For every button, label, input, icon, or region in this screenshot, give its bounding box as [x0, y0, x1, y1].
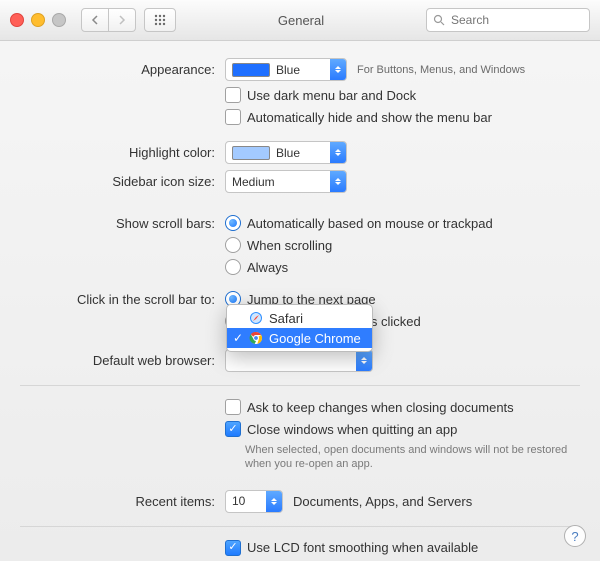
appearance-value: Blue: [276, 63, 300, 77]
default-browser-label: Default web browser:: [0, 353, 225, 368]
auto-hide-menubar-checkbox[interactable]: [225, 109, 241, 125]
back-button[interactable]: [81, 8, 109, 32]
scrollbars-always-label: Always: [247, 260, 288, 275]
browser-menu-item-label: Safari: [269, 311, 303, 326]
search-field[interactable]: [426, 8, 590, 32]
recent-items-value: 10: [232, 494, 245, 508]
scrollbars-scrolling-radio[interactable]: [225, 237, 241, 253]
close-windows-checkbox[interactable]: [225, 421, 241, 437]
browser-menu-item-chrome[interactable]: ✓ Google Chrome: [227, 328, 372, 348]
ask-keep-changes-checkbox[interactable]: [225, 399, 241, 415]
help-button[interactable]: ?: [564, 525, 586, 547]
dark-menu-label: Use dark menu bar and Dock: [247, 88, 416, 103]
scrollbars-auto-label: Automatically based on mouse or trackpad: [247, 216, 493, 231]
appearance-hint: For Buttons, Menus, and Windows: [357, 64, 525, 76]
close-windows-note: When selected, open documents and window…: [245, 443, 585, 472]
window-title: General: [176, 13, 426, 28]
auto-hide-menubar-label: Automatically hide and show the menu bar: [247, 110, 492, 125]
highlight-swatch-icon: [232, 146, 270, 160]
forward-button[interactable]: [109, 8, 136, 32]
appearance-select[interactable]: Blue: [225, 58, 347, 81]
scrollbars-scrolling-label: When scrolling: [247, 238, 332, 253]
updown-arrows-icon: [330, 59, 346, 80]
lcd-smoothing-checkbox[interactable]: [225, 540, 241, 556]
scrollbars-auto-radio[interactable]: [225, 215, 241, 231]
appearance-label: Appearance:: [0, 62, 225, 77]
sidebar-size-label: Sidebar icon size:: [0, 174, 225, 189]
updown-arrows-icon: [266, 491, 282, 512]
browser-menu-item-label: Google Chrome: [269, 331, 361, 346]
chrome-icon: [249, 331, 263, 345]
scrollbars-always-radio[interactable]: [225, 259, 241, 275]
minimize-window-button[interactable]: [31, 13, 45, 27]
zoom-window-button: [52, 13, 66, 27]
ask-keep-changes-label: Ask to keep changes when closing documen…: [247, 400, 514, 415]
browser-menu-item-safari[interactable]: Safari: [227, 308, 372, 328]
search-icon: [433, 14, 445, 26]
default-browser-menu[interactable]: Safari ✓ Google Chrome: [226, 304, 373, 352]
sidebar-size-select[interactable]: Medium: [225, 170, 347, 193]
checkmark-icon: ✓: [233, 331, 243, 345]
close-window-button[interactable]: [10, 13, 24, 27]
highlight-value: Blue: [276, 146, 300, 160]
highlight-label: Highlight color:: [0, 145, 225, 160]
click-scroll-label: Click in the scroll bar to:: [0, 292, 225, 307]
highlight-color-select[interactable]: Blue: [225, 141, 347, 164]
sidebar-size-value: Medium: [232, 175, 275, 189]
blue-swatch-icon: [232, 63, 270, 77]
close-windows-label: Close windows when quitting an app: [247, 422, 457, 437]
default-browser-select[interactable]: [225, 349, 373, 372]
safari-icon: [249, 311, 263, 325]
recent-items-label: Recent items:: [0, 494, 225, 509]
show-all-button[interactable]: [144, 8, 176, 32]
scrollbars-label: Show scroll bars:: [0, 216, 225, 231]
dark-menu-checkbox[interactable]: [225, 87, 241, 103]
recent-items-select[interactable]: 10: [225, 490, 283, 513]
recent-items-after: Documents, Apps, and Servers: [293, 494, 472, 509]
updown-arrows-icon: [356, 350, 372, 371]
updown-arrows-icon: [330, 171, 346, 192]
updown-arrows-icon: [330, 142, 346, 163]
lcd-smoothing-label: Use LCD font smoothing when available: [247, 540, 478, 555]
search-input[interactable]: [449, 12, 583, 28]
